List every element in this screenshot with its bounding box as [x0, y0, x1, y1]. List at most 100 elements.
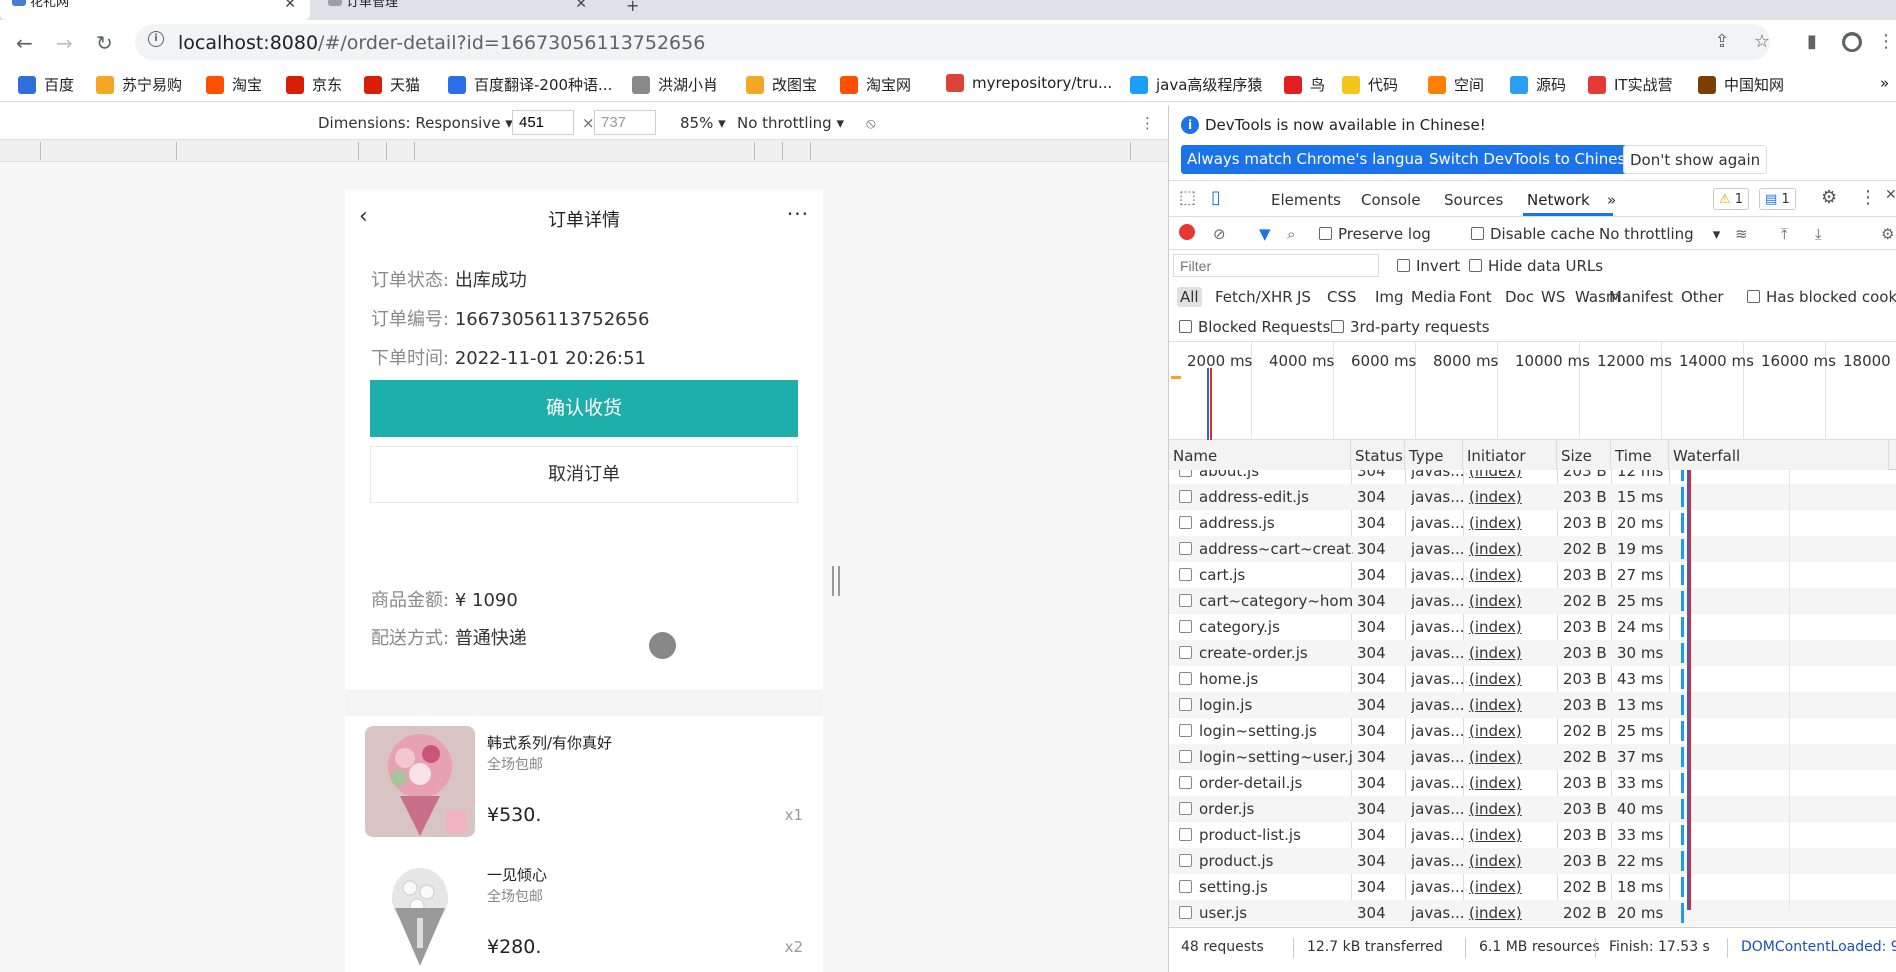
menu-icon[interactable]: ⋮ [1876, 32, 1896, 52]
type-filter-media[interactable]: Media [1411, 288, 1456, 306]
hide-data-urls-checkbox[interactable]: Hide data URLs [1469, 257, 1603, 275]
more-bookmarks-icon[interactable]: » [1880, 74, 1889, 92]
dont-show-again-button[interactable]: Don't show again [1623, 145, 1768, 174]
request-row[interactable]: home.js 304 javas... (index) 203 B 43 ms [1169, 666, 1896, 692]
product-image[interactable] [365, 858, 475, 969]
export-har-icon[interactable]: ⤓ [1815, 225, 1822, 243]
request-row[interactable]: category.js 304 javas... (index) 203 B 24 ms [1169, 614, 1896, 640]
width-input[interactable] [512, 110, 574, 135]
back-icon[interactable]: ← [16, 31, 33, 55]
bookmark-item[interactable]: 苏宁易购 [96, 74, 182, 95]
request-row[interactable]: login~setting.js 304 javas... (index) 202 B 2… [1169, 718, 1896, 744]
request-row[interactable]: product.js 304 javas... (index) 203 B 22 ms [1169, 848, 1896, 874]
request-initiator[interactable]: (index) [1469, 878, 1522, 896]
tab-network[interactable]: Network [1527, 191, 1590, 209]
share-icon[interactable]: ⇪ [1712, 32, 1732, 52]
request-row[interactable]: login~setting~user.js 304 javas... (index) 2… [1169, 744, 1896, 770]
bookmark-item[interactable]: 百度 [18, 74, 74, 95]
devtools-menu-icon[interactable]: ⋮ [1859, 187, 1877, 208]
column-header-size[interactable]: Size [1557, 440, 1611, 470]
bookmark-item[interactable]: 代码 [1342, 74, 1398, 95]
bookmark-item[interactable]: 鸟 [1284, 74, 1325, 95]
request-row[interactable]: login.js 304 javas... (index) 203 B 13 ms [1169, 692, 1896, 718]
type-filter-img[interactable]: Img [1375, 288, 1404, 306]
throttle-select[interactable]: No throttling ▾ [737, 114, 844, 132]
request-row[interactable]: cart.js 304 javas... (index) 203 B 27 ms [1169, 562, 1896, 588]
bookmark-item[interactable]: java高级程序猿 [1130, 74, 1262, 95]
request-initiator[interactable]: (index) [1469, 618, 1522, 636]
bookmark-item[interactable]: myrepository/tru... [946, 74, 1112, 92]
request-initiator[interactable]: (index) [1469, 540, 1522, 558]
inspect-icon[interactable]: ⬚ [1179, 187, 1196, 208]
has-blocked-cookies-checkbox[interactable]: Has blocked cookies [1747, 288, 1896, 306]
type-filter-fetchxhr[interactable]: Fetch/XHR [1215, 288, 1293, 306]
request-initiator[interactable]: (index) [1469, 488, 1522, 506]
clear-icon[interactable]: ⊘ [1213, 225, 1226, 243]
star-icon[interactable]: ☆ [1752, 32, 1772, 52]
blocked-requests-checkbox[interactable]: Blocked Requests [1179, 318, 1330, 336]
request-initiator[interactable]: (index) [1469, 566, 1522, 584]
column-header-waterfall[interactable]: Waterfall [1669, 440, 1889, 470]
tab-console[interactable]: Console [1361, 191, 1421, 209]
type-filter-all[interactable]: All [1177, 287, 1202, 307]
rotate-icon[interactable]: ⦸ [866, 114, 876, 132]
site-info-icon[interactable]: i [148, 31, 164, 47]
browser-tab-active[interactable]: 花礼网 ✕ [0, 0, 310, 20]
height-input[interactable] [594, 110, 656, 135]
bookmark-item[interactable]: 中国知网 [1698, 74, 1784, 95]
more-tabs-icon[interactable]: » [1607, 191, 1616, 209]
request-row[interactable]: order.js 304 javas... (index) 203 B 40 ms [1169, 796, 1896, 822]
record-icon[interactable] [1179, 224, 1195, 240]
column-header-status[interactable]: Status [1351, 440, 1405, 470]
new-tab-icon[interactable]: + [626, 0, 639, 15]
request-row[interactable]: order-detail.js 304 javas... (index) 203 B 33… [1169, 770, 1896, 796]
network-settings-icon[interactable]: ⚙ [1881, 225, 1894, 243]
type-filter-doc[interactable]: Doc [1505, 288, 1534, 306]
search-icon[interactable]: ⌕ [1287, 225, 1295, 243]
type-filter-js[interactable]: JS [1297, 288, 1311, 306]
request-row[interactable]: address~cart~creat... 304 javas... (index) 2… [1169, 536, 1896, 562]
request-initiator[interactable]: (index) [1469, 826, 1522, 844]
throttling-select[interactable]: No throttling ▾ [1599, 225, 1720, 243]
request-initiator[interactable]: (index) [1469, 904, 1522, 922]
request-initiator[interactable]: (index) [1469, 774, 1522, 792]
more-icon[interactable]: ··· [787, 202, 809, 226]
bookmark-item[interactable]: 京东 [286, 74, 342, 95]
third-party-checkbox[interactable]: 3rd-party requests [1331, 318, 1490, 336]
type-filter-manifest[interactable]: Manifest [1609, 288, 1673, 306]
type-filter-ws[interactable]: WS [1541, 288, 1565, 306]
tab-sources[interactable]: Sources [1444, 191, 1503, 209]
type-filter-other[interactable]: Other [1681, 288, 1724, 306]
request-row[interactable]: create-order.js 304 javas... (index) 203 B 30… [1169, 640, 1896, 666]
bookmark-item[interactable]: 源码 [1510, 74, 1566, 95]
type-filter-css[interactable]: CSS [1327, 288, 1357, 306]
always-match-language-button[interactable]: Always match Chrome's language [1181, 145, 1448, 174]
column-header-time[interactable]: Time [1611, 440, 1669, 470]
close-icon[interactable]: ✕ [575, 0, 587, 12]
filter-icon[interactable]: ▼ [1259, 225, 1271, 243]
forward-icon[interactable]: → [56, 31, 73, 55]
browser-tab[interactable]: 订单管理 ✕ [316, 0, 601, 20]
request-row[interactable]: address.js 304 javas... (index) 203 B 20 ms [1169, 510, 1896, 536]
switch-to-chinese-button[interactable]: Switch DevTools to Chinese [1423, 145, 1641, 174]
url-text[interactable]: localhost:8080/#/order-detail?id=1667305… [178, 32, 705, 54]
request-row[interactable]: cart~category~hom... 304 javas... (index) 20… [1169, 588, 1896, 614]
request-initiator[interactable]: (index) [1469, 514, 1522, 532]
import-har-icon[interactable]: ⤒ [1781, 225, 1788, 243]
preserve-log-checkbox[interactable]: Preserve log [1319, 225, 1431, 243]
request-initiator[interactable]: (index) [1469, 800, 1522, 818]
bookmark-item[interactable]: 百度翻译-200种语... [448, 74, 612, 95]
request-initiator[interactable]: (index) [1469, 644, 1522, 662]
close-icon[interactable]: ✕ [284, 0, 296, 12]
product-image[interactable] [365, 726, 475, 837]
profile-icon[interactable]: ● [1842, 32, 1862, 52]
network-conditions-icon[interactable]: ≋ [1735, 225, 1748, 243]
message-badge[interactable]: ▤ 1 [1759, 188, 1796, 210]
tab-elements[interactable]: Elements [1271, 191, 1341, 209]
invert-checkbox[interactable]: Invert [1397, 257, 1460, 275]
request-row[interactable]: address-edit.js 304 javas... (index) 203 B 15… [1169, 484, 1896, 510]
filter-input[interactable] [1173, 254, 1379, 277]
bookmark-item[interactable]: 空间 [1428, 74, 1484, 95]
request-initiator[interactable]: (index) [1469, 592, 1522, 610]
type-filter-font[interactable]: Font [1459, 288, 1492, 306]
